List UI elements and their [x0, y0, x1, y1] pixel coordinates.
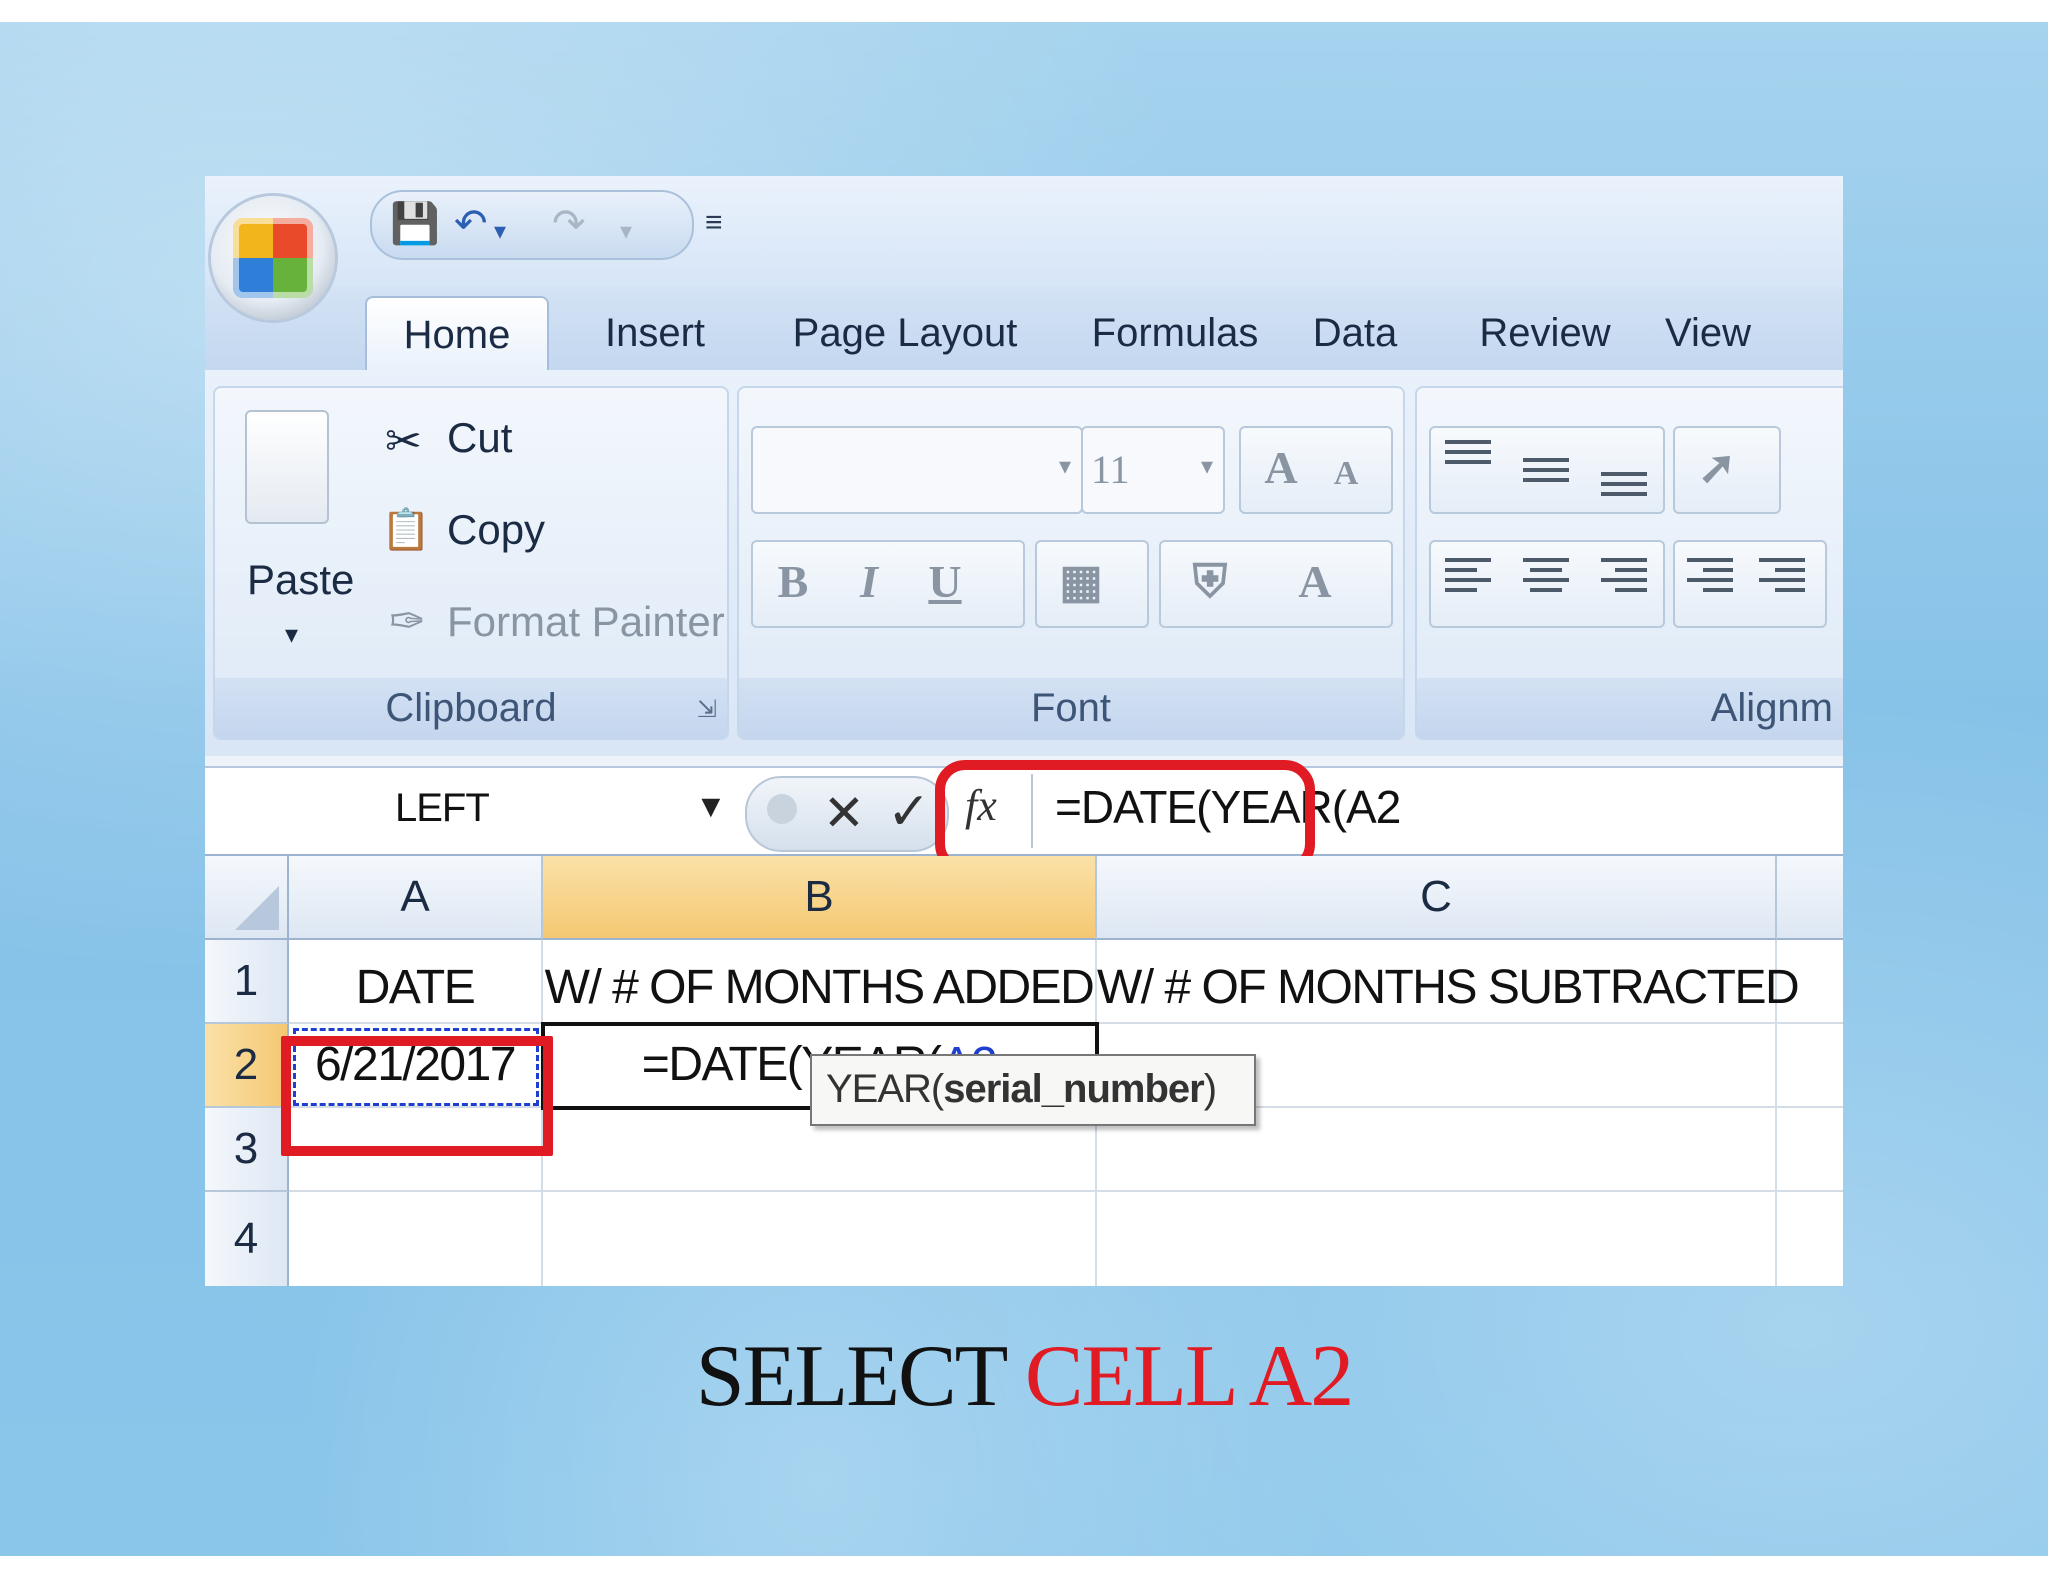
- grow-font-icon[interactable]: A: [1251, 438, 1311, 498]
- enter-icon[interactable]: ✓: [887, 782, 931, 842]
- redo-dropdown-icon[interactable]: ▾: [620, 212, 632, 252]
- formula-buttons: ✕ ✓: [745, 776, 949, 852]
- align-middle-icon[interactable]: [1523, 458, 1569, 488]
- cell-d1[interactable]: [1777, 940, 1843, 1024]
- font-size-buttons: A A: [1239, 426, 1393, 514]
- increase-indent-icon[interactable]: [1759, 558, 1805, 598]
- dialog-launcher-icon[interactable]: ⇲: [697, 695, 717, 724]
- paste-button[interactable]: Paste: [247, 556, 354, 604]
- undo-icon[interactable]: ↶: [454, 204, 488, 244]
- cell-b4[interactable]: [543, 1192, 1097, 1286]
- ribbon-tabs: Home Insert Page Layout Formulas Data Re…: [205, 286, 1843, 372]
- tab-data[interactable]: Data: [1295, 296, 1415, 370]
- office-button[interactable]: [211, 196, 335, 320]
- name-box-value: LEFT: [395, 786, 490, 830]
- font-group-label: Font: [739, 678, 1403, 738]
- paste-dropdown-icon[interactable]: ▾: [285, 610, 298, 658]
- copy-icon: 📋: [381, 508, 431, 552]
- italic-icon[interactable]: I: [839, 552, 899, 612]
- horizontal-align-buttons: [1429, 540, 1665, 628]
- clipboard-group-label: Clipboard: [215, 678, 727, 738]
- undo-dropdown-icon[interactable]: ▾: [494, 212, 506, 252]
- row-header-2[interactable]: 2: [205, 1024, 289, 1108]
- cell-a4[interactable]: [289, 1192, 543, 1286]
- cancel-icon[interactable]: ✕: [823, 784, 865, 842]
- office-button-icon: [233, 218, 313, 298]
- tooltip-function-name: YEAR(: [826, 1067, 944, 1111]
- cut-icon: ✂: [385, 417, 422, 466]
- caption-cell-text: CELL A2: [1024, 1328, 1354, 1425]
- format-painter-button[interactable]: Format Painter: [447, 598, 725, 646]
- borders-icon: ▦: [1059, 556, 1103, 607]
- column-header-a[interactable]: A: [289, 856, 543, 940]
- tab-page-layout[interactable]: Page Layout: [785, 296, 1025, 370]
- font-style-buttons: B I U: [751, 540, 1025, 628]
- cell-b1[interactable]: W/ # OF MONTHS ADDED: [543, 940, 1097, 1024]
- vertical-align-buttons: [1429, 426, 1665, 514]
- align-bottom-icon[interactable]: [1601, 472, 1647, 502]
- borders-button[interactable]: ▦: [1035, 540, 1149, 628]
- fill-color-icon[interactable]: ⛨: [1175, 552, 1245, 612]
- column-header-b[interactable]: B: [543, 856, 1097, 940]
- quick-access-toolbar: 💾 ↶ ▾ ↷ ▾: [370, 190, 694, 260]
- align-left-icon[interactable]: [1445, 558, 1491, 598]
- row-header-3[interactable]: 3: [205, 1108, 289, 1192]
- column-header-c[interactable]: C: [1097, 856, 1777, 940]
- row-header-1[interactable]: 1: [205, 940, 289, 1024]
- name-box-dropdown-icon[interactable]: ▼: [695, 788, 727, 825]
- select-all-button[interactable]: [205, 856, 289, 940]
- orientation-button[interactable]: ➚: [1673, 426, 1781, 514]
- tab-insert[interactable]: Insert: [585, 296, 725, 370]
- cut-button[interactable]: Cut: [447, 414, 512, 462]
- tooltip-close-paren: ): [1203, 1067, 1217, 1111]
- caption-select-text: SELECT: [695, 1328, 1025, 1425]
- tab-home[interactable]: Home: [365, 296, 549, 372]
- tab-formulas[interactable]: Formulas: [1085, 296, 1265, 370]
- align-center-icon[interactable]: [1523, 558, 1569, 598]
- excel-screenshot: 💾 ↶ ▾ ↷ ▾ ≡ Home Insert Page Layout Form…: [205, 176, 1843, 1286]
- cell-c4[interactable]: [1097, 1192, 1777, 1286]
- column-header-d[interactable]: [1777, 856, 1843, 940]
- font-size-box[interactable]: 11 ▾: [1081, 426, 1225, 514]
- paste-icon: [245, 410, 329, 524]
- cell-d3[interactable]: [1777, 1108, 1843, 1192]
- font-group: ▾ 11 ▾ A A B I U ▦ ⛨ A Font: [737, 386, 1405, 740]
- tab-view[interactable]: View: [1665, 296, 1785, 370]
- name-box[interactable]: LEFT ▼: [205, 768, 735, 854]
- underline-icon[interactable]: U: [915, 552, 975, 612]
- font-name-dropdown-icon[interactable]: ▾: [1059, 452, 1071, 481]
- copy-button[interactable]: Copy: [447, 506, 545, 554]
- cell-c1[interactable]: W/ # OF MONTHS SUBTRACTED: [1097, 940, 1800, 1024]
- tooltip-argument: serial_number: [943, 1067, 1204, 1111]
- font-name-box[interactable]: ▾: [751, 426, 1083, 514]
- alignment-group-label: Alignm: [1417, 678, 1843, 738]
- redo-icon[interactable]: ↷: [552, 204, 586, 244]
- cell-d2[interactable]: [1777, 1024, 1843, 1108]
- grip-icon: [767, 794, 797, 824]
- font-color-icon[interactable]: A: [1285, 552, 1345, 612]
- orientation-icon: ➚: [1697, 442, 1737, 493]
- indent-buttons: [1673, 540, 1827, 628]
- instruction-caption: SELECT CELL A2: [0, 1326, 2048, 1427]
- cell-a1[interactable]: DATE: [289, 940, 543, 1024]
- bold-icon[interactable]: B: [763, 552, 823, 612]
- clipboard-group: Paste ▾ ✂ Cut 📋 Copy ✑ Format Painter Cl…: [213, 386, 729, 740]
- select-all-icon: [235, 886, 279, 930]
- color-buttons: ⛨ A: [1159, 540, 1393, 628]
- save-icon[interactable]: 💾: [390, 204, 440, 244]
- decrease-indent-icon[interactable]: [1687, 558, 1733, 598]
- customize-qat-icon[interactable]: ≡: [705, 206, 723, 240]
- shrink-font-icon[interactable]: A: [1321, 444, 1371, 504]
- format-painter-icon: ✑: [389, 597, 426, 646]
- align-right-icon[interactable]: [1601, 558, 1647, 598]
- align-top-icon[interactable]: [1445, 440, 1491, 470]
- function-tooltip: YEAR(serial_number): [810, 1054, 1256, 1126]
- cell-a2-highlight-box: [281, 1036, 553, 1156]
- font-size-dropdown-icon[interactable]: ▾: [1201, 452, 1213, 481]
- font-size-value: 11: [1091, 447, 1130, 492]
- row-header-4[interactable]: 4: [205, 1192, 289, 1286]
- title-bar: 💾 ↶ ▾ ↷ ▾ ≡: [205, 176, 1843, 286]
- alignment-group: ➚ Alignm: [1415, 386, 1843, 740]
- tab-review[interactable]: Review: [1465, 296, 1625, 370]
